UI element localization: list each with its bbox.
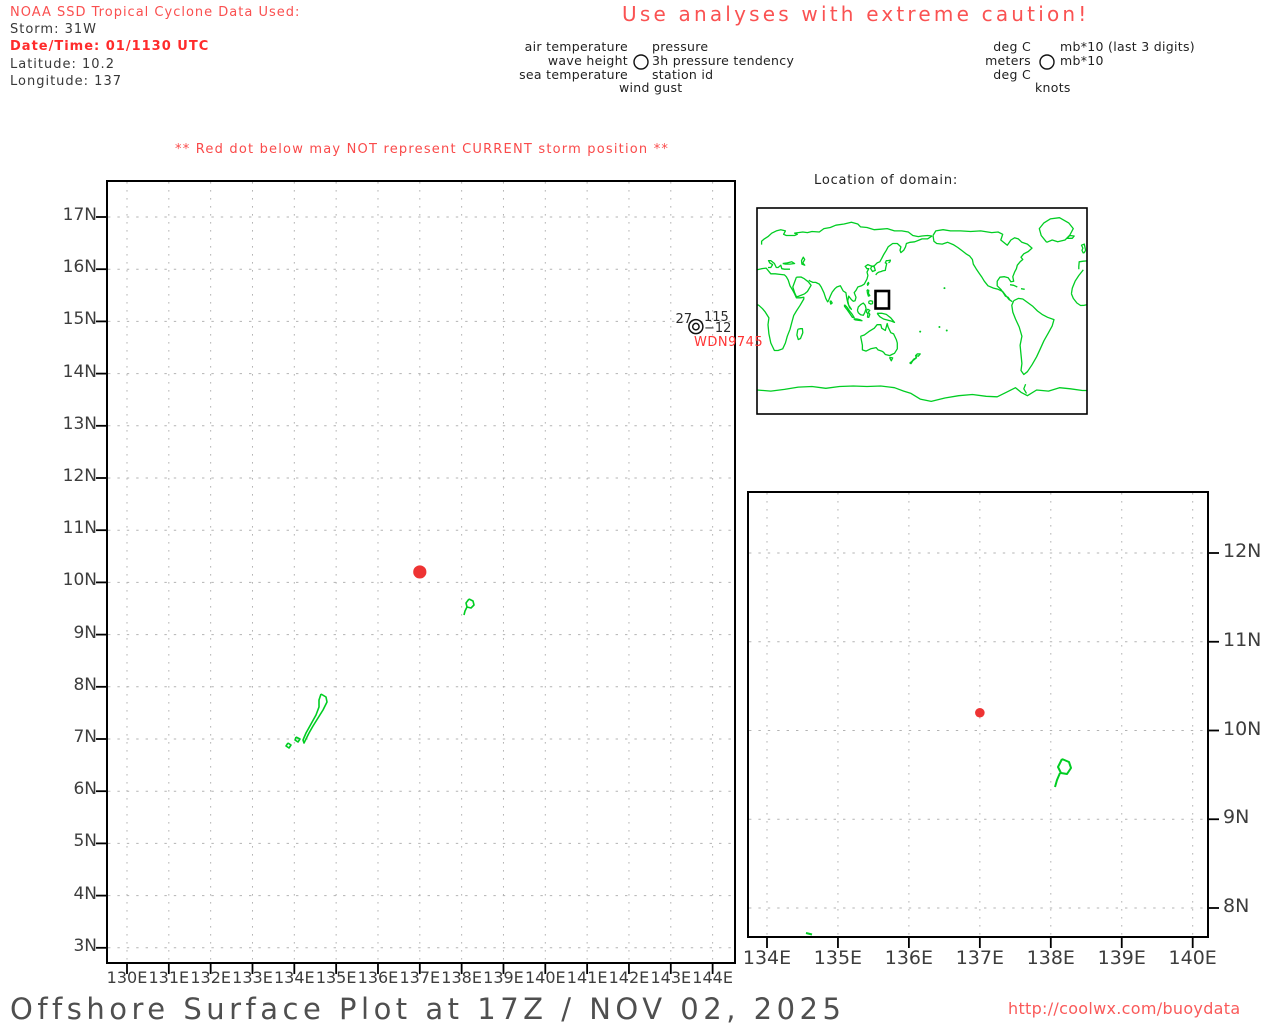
world-island-speck bbox=[943, 287, 946, 290]
inset-y-tick-label: 11N bbox=[1223, 628, 1262, 651]
legend-sea-temperature: sea temperature bbox=[519, 67, 628, 82]
world-coastline bbox=[859, 322, 898, 357]
world-coastline bbox=[865, 308, 871, 318]
main-y-tick-label: 9N bbox=[73, 622, 97, 643]
units-pressure-tendency: mb*10 bbox=[1060, 53, 1104, 68]
plot-title: Offshore Surface Plot at 17Z / NOV 02, 2… bbox=[10, 992, 846, 1026]
inset-map-grid bbox=[749, 493, 1219, 948]
legend-wind-gust: wind gust bbox=[619, 80, 683, 95]
main-map-island bbox=[285, 742, 292, 749]
world-map bbox=[757, 217, 1087, 403]
header-latitude: Latitude: 10.2 bbox=[10, 57, 115, 72]
inset-x-tick-label: 139E bbox=[1097, 947, 1146, 969]
header-title: NOAA SSD Tropical Cyclone Data Used: bbox=[10, 5, 301, 20]
world-coastline bbox=[1078, 260, 1087, 270]
world-coastline bbox=[866, 289, 871, 297]
world-coastline bbox=[876, 312, 896, 324]
world-coastline bbox=[1009, 284, 1018, 288]
world-coastline bbox=[856, 302, 867, 316]
world-coastline bbox=[1080, 243, 1087, 254]
world-coastline bbox=[796, 328, 804, 341]
world-coastline bbox=[866, 281, 870, 286]
world-island-speck bbox=[919, 330, 922, 333]
main-y-tick-label: 5N bbox=[73, 831, 97, 852]
world-coastline bbox=[760, 221, 933, 245]
main-y-tick-label: 17N bbox=[62, 205, 97, 225]
main-y-tick-label: 16N bbox=[62, 257, 97, 278]
caution-banner: Use analyses with extreme caution! bbox=[622, 2, 1090, 26]
inset-x-tick-label: 135E bbox=[813, 947, 863, 969]
world-coastline bbox=[757, 385, 1087, 403]
main-y-tick-label: 3N bbox=[73, 935, 97, 956]
header-longitude: Longitude: 137 bbox=[10, 74, 122, 89]
main-y-tick-label: 8N bbox=[73, 674, 97, 695]
main-y-tick-label: 15N bbox=[62, 309, 97, 330]
main-y-tick-label: 4N bbox=[73, 883, 97, 904]
main-y-tick-label: 6N bbox=[73, 779, 97, 800]
domain-map-title: Location of domain: bbox=[814, 173, 959, 188]
inset-map-island bbox=[1057, 758, 1072, 775]
main-y-tick-label: 12N bbox=[62, 466, 97, 486]
source-url: http://coolwx.com/buoydata bbox=[1008, 999, 1241, 1018]
main-x-tick-label: 144E bbox=[692, 968, 733, 987]
world-coastline bbox=[1020, 288, 1025, 290]
world-coastline bbox=[909, 353, 921, 365]
world-coastline bbox=[868, 300, 874, 305]
main-y-tick-label: 10N bbox=[62, 570, 97, 591]
units-sea-temperature: deg C bbox=[993, 67, 1031, 82]
inset-x-tick-label: 138E bbox=[1026, 947, 1075, 969]
inset-map-island bbox=[805, 932, 813, 936]
main-storm-dot bbox=[413, 565, 427, 579]
world-coastline bbox=[1070, 269, 1084, 294]
world-island-speck bbox=[938, 326, 941, 329]
inset-storm-dot bbox=[975, 707, 985, 718]
world-coastline bbox=[800, 256, 806, 266]
station-air-temperature: 27 bbox=[675, 312, 692, 327]
world-coastline bbox=[1070, 293, 1087, 307]
world-coastline bbox=[1011, 297, 1055, 376]
world-coastline bbox=[853, 318, 863, 322]
domain-rectangle bbox=[874, 289, 891, 310]
world-coastline bbox=[792, 276, 812, 298]
main-map-grid bbox=[96, 182, 734, 974]
main-y-tick-label: 14N bbox=[62, 361, 97, 382]
header-storm: Storm: 31W bbox=[10, 22, 97, 37]
world-coastline bbox=[782, 261, 796, 265]
inset-x-tick-label: 136E bbox=[884, 947, 934, 969]
main-map-island bbox=[465, 598, 475, 609]
units-wind-gust: knots bbox=[1035, 80, 1071, 95]
inset-x-tick-label: 140E bbox=[1168, 947, 1217, 969]
inset-x-tick-label: 137E bbox=[955, 947, 1004, 969]
world-coastline bbox=[767, 259, 790, 270]
inset-y-tick-label: 12N bbox=[1223, 540, 1262, 562]
header-datetime: Date/Time: 01/1130 UTC bbox=[10, 39, 210, 54]
inset-y-tick-label: 10N bbox=[1223, 717, 1262, 740]
world-coastline bbox=[757, 267, 805, 352]
inset-map-island bbox=[1054, 772, 1061, 788]
main-map-island bbox=[463, 606, 468, 616]
storm-position-warning: ** Red dot below may NOT represent CURRE… bbox=[175, 142, 670, 157]
inset-x-tick-label: 134E bbox=[742, 947, 792, 969]
station-id-label: WDN9745 bbox=[694, 335, 764, 350]
main-map-island bbox=[302, 693, 328, 744]
inset-y-tick-label: 9N bbox=[1223, 806, 1250, 829]
world-coastline bbox=[829, 300, 833, 305]
world-coastline bbox=[888, 356, 894, 362]
world-island-speck bbox=[945, 329, 948, 332]
units-legend-circle bbox=[1039, 54, 1055, 70]
world-coastline bbox=[932, 229, 1033, 302]
station-circle-inner bbox=[691, 322, 700, 331]
station-model-legend-circle bbox=[633, 54, 649, 70]
main-y-tick-label: 7N bbox=[73, 727, 97, 747]
world-coastline bbox=[1023, 383, 1028, 394]
world-coastline bbox=[808, 235, 933, 310]
main-y-tick-label: 11N bbox=[62, 518, 97, 539]
main-y-tick-label: 13N bbox=[62, 413, 97, 434]
inset-y-tick-label: 8N bbox=[1223, 895, 1250, 917]
